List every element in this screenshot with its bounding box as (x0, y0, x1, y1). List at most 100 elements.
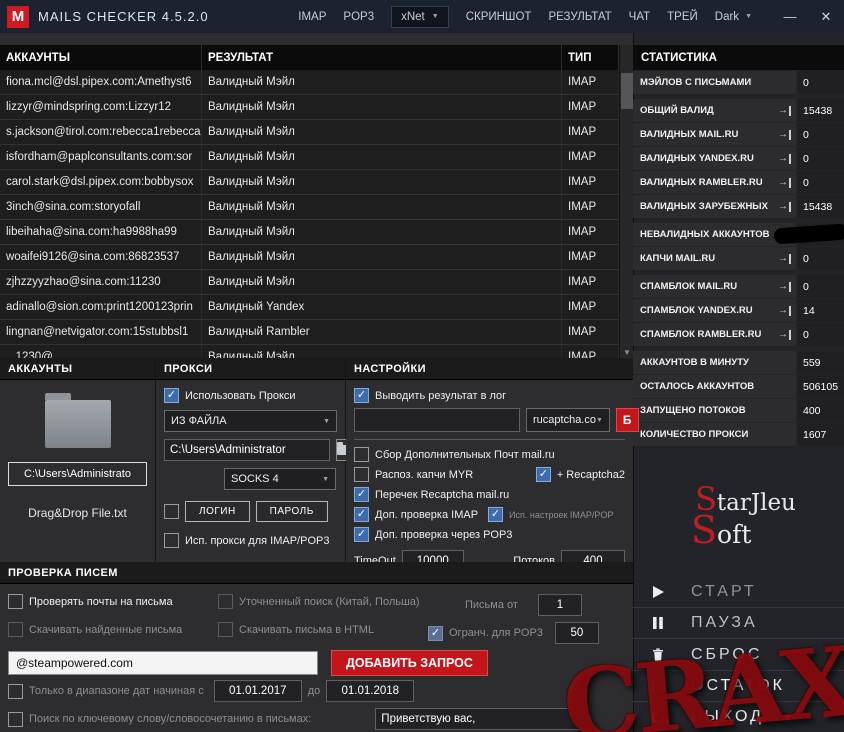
pause-label: ПАУЗА (691, 614, 758, 632)
remainder-button[interactable]: ОСТАТОК (633, 669, 844, 701)
theme-dropdown[interactable]: Dark ▼ (715, 11, 752, 23)
use-proxy-checkbox[interactable] (164, 388, 179, 403)
captcha-service-value: rucaptcha.co (533, 414, 596, 426)
menu-result[interactable]: РЕЗУЛЬТАТ (548, 11, 611, 23)
use-imap-pop-settings-checkbox[interactable] (488, 507, 504, 522)
recheck-recaptcha-checkbox[interactable] (354, 487, 369, 502)
add-query-button[interactable]: ДОБАВИТЬ ЗАПРОС (331, 650, 488, 676)
proxy-for-imap-pop3-checkbox[interactable] (164, 533, 179, 548)
stat-row: ОБЩИЙ ВАЛИД → 15438 (633, 99, 844, 122)
titlebar-menu: IMAP POP3 xNet ▼ СКРИНШОТ РЕЗУЛЬТАТ ЧАТ … (298, 5, 752, 28)
menu-screenshot[interactable]: СКРИНШОТ (466, 11, 532, 23)
proxy-type-select[interactable]: SOCKS 4 ▼ (224, 468, 336, 490)
export-icon[interactable]: → (778, 153, 791, 164)
table-row[interactable]: fiona.mcl@dsl.pipex.com:Amethyst6 Валидн… (0, 70, 619, 95)
stat-value: 0 (798, 123, 844, 146)
exit-button[interactable]: ВЫХОД (633, 700, 844, 732)
trash-icon (649, 647, 667, 663)
search-query-input[interactable] (8, 651, 318, 675)
keyword-search-checkbox[interactable] (8, 711, 23, 727)
start-button[interactable]: СТАРТ (633, 577, 844, 607)
cell-type: IMAP (562, 270, 619, 294)
log-output-label: Выводить результат в лог (375, 389, 507, 402)
stat-label: ВАЛИДНЫХ YANDEX.RU (640, 153, 754, 164)
reset-button[interactable]: СБРОС (633, 638, 844, 669)
export-icon[interactable]: → (778, 329, 791, 340)
menu-pop3[interactable]: POP3 (343, 11, 374, 23)
keyword-search-label: Поиск по ключевому слову/словосочетанию … (29, 713, 312, 725)
captcha-service-select[interactable]: rucaptcha.co ▼ (526, 408, 610, 432)
starjleu-soft-logo: StarJleu Soft (633, 462, 844, 572)
accounts-file-path[interactable]: C:\Users\Administrato (8, 462, 147, 486)
recognize-captcha-checkbox[interactable] (354, 467, 369, 482)
proxy-auth-checkbox[interactable] (164, 504, 179, 519)
cell-type: IMAP (562, 120, 619, 144)
proxy-source-select[interactable]: ИЗ ФАЙЛА ▼ (164, 410, 337, 432)
download-letters-html-checkbox[interactable] (218, 622, 233, 637)
recaptcha2-checkbox[interactable] (535, 467, 551, 482)
date-range-label: Только в диапазоне дат начиная с (29, 685, 204, 697)
menu-xnet-dropdown[interactable]: xNet ▼ (391, 5, 449, 28)
minimize-button[interactable]: — (772, 0, 808, 33)
stat-label: СПАМБЛОК MAIL.RU (640, 281, 738, 292)
table-row[interactable]: libeihaha@sina.com:ha9988ha99 Валидный М… (0, 220, 619, 245)
extra-pop3-check-checkbox[interactable] (354, 527, 369, 542)
scrollbar-thumb[interactable] (621, 73, 633, 109)
accounts-panel: АККАУНТЫ C:\Users\Administrato Drag&Drop… (0, 358, 156, 562)
log-output-checkbox[interactable] (354, 388, 369, 403)
collect-extra-mail-checkbox[interactable] (354, 447, 369, 462)
menu-tray[interactable]: ТРЕЙ (667, 11, 698, 23)
table-row[interactable]: lizzyr@mindspring.com:Lizzyr12 Валидный … (0, 95, 619, 120)
download-found-letters-checkbox[interactable] (8, 622, 23, 637)
balance-button[interactable]: Б (615, 408, 639, 432)
export-icon[interactable]: → (778, 305, 791, 316)
scrollbar-down-icon[interactable]: ▼ (620, 348, 634, 357)
export-icon[interactable]: → (778, 105, 791, 116)
letters-from-input[interactable] (537, 594, 582, 616)
cell-account: woaifei9126@sina.com:86823537 (0, 245, 202, 269)
password-button[interactable]: ПАРОЛЬ (255, 501, 328, 522)
column-header-type[interactable]: ТИП (562, 45, 619, 70)
export-icon[interactable]: → (778, 253, 791, 264)
extra-imap-check-checkbox[interactable] (354, 507, 369, 522)
check-mail-for-letters-checkbox[interactable] (8, 594, 23, 609)
login-button[interactable]: ЛОГИН (185, 501, 250, 522)
column-header-accounts[interactable]: АККАУНТЫ (0, 45, 202, 70)
export-icon[interactable]: → (778, 201, 791, 212)
table-row[interactable]: adinallo@sion.com:print1200123prin Валид… (0, 295, 619, 320)
column-header-result[interactable]: РЕЗУЛЬТАТ (202, 45, 562, 70)
date-to-input[interactable] (326, 680, 415, 702)
table-row[interactable]: 3inch@sina.com:storyofall Валидный Мэйл … (0, 195, 619, 220)
keyword-input[interactable] (375, 708, 581, 730)
folder-icon[interactable] (44, 393, 111, 448)
refined-search-label: Уточненный поиск (Китай, Польша) (239, 595, 420, 608)
table-row[interactable]: lingnan@netvigator.com:15stubbsl1 Валидн… (0, 320, 619, 345)
menu-imap[interactable]: IMAP (298, 11, 326, 23)
export-icon[interactable]: → (778, 129, 791, 140)
stat-label: ВАЛИДНЫХ RAMBLER.RU (640, 177, 763, 188)
stat-row: СПАМБЛОК RAMBLER.RU → 0 (633, 323, 844, 346)
captcha-key-input[interactable] (354, 408, 520, 432)
stat-value: 0 (798, 247, 844, 270)
chevron-down-icon: ▼ (431, 13, 439, 20)
table-row[interactable]: s.jackson@tirol.com:rebecca1rebecca Вали… (0, 120, 619, 145)
pop3-limit-checkbox[interactable] (428, 625, 443, 641)
table-scrollbar[interactable]: ▼ (619, 45, 633, 358)
proxy-path-input[interactable] (164, 439, 330, 461)
pop3-limit-input[interactable] (554, 622, 599, 644)
close-button[interactable]: ✕ (808, 0, 844, 33)
menu-chat[interactable]: ЧАТ (629, 11, 650, 23)
date-range-checkbox[interactable] (8, 683, 23, 699)
table-row[interactable]: ...1230@... Валидный Мэйл IMAP (0, 345, 619, 358)
table-row[interactable]: isfordham@paplconsultants.com:sor Валидн… (0, 145, 619, 170)
date-from-input[interactable] (213, 680, 302, 702)
export-icon[interactable]: → (778, 281, 791, 292)
app-logo: M (7, 5, 29, 28)
pause-button[interactable]: ПАУЗА (633, 607, 844, 638)
refined-search-checkbox[interactable] (218, 594, 233, 609)
table-row[interactable]: carol.stark@dsl.pipex.com:bobbysox Валид… (0, 170, 619, 195)
table-row[interactable]: zjhzzyyzhao@sina.com:11230 Валидный Мэйл… (0, 270, 619, 295)
table-row[interactable]: woaifei9126@sina.com:86823537 Валидный М… (0, 245, 619, 270)
export-icon[interactable]: → (778, 177, 791, 188)
stat-value: 14 (798, 299, 844, 322)
